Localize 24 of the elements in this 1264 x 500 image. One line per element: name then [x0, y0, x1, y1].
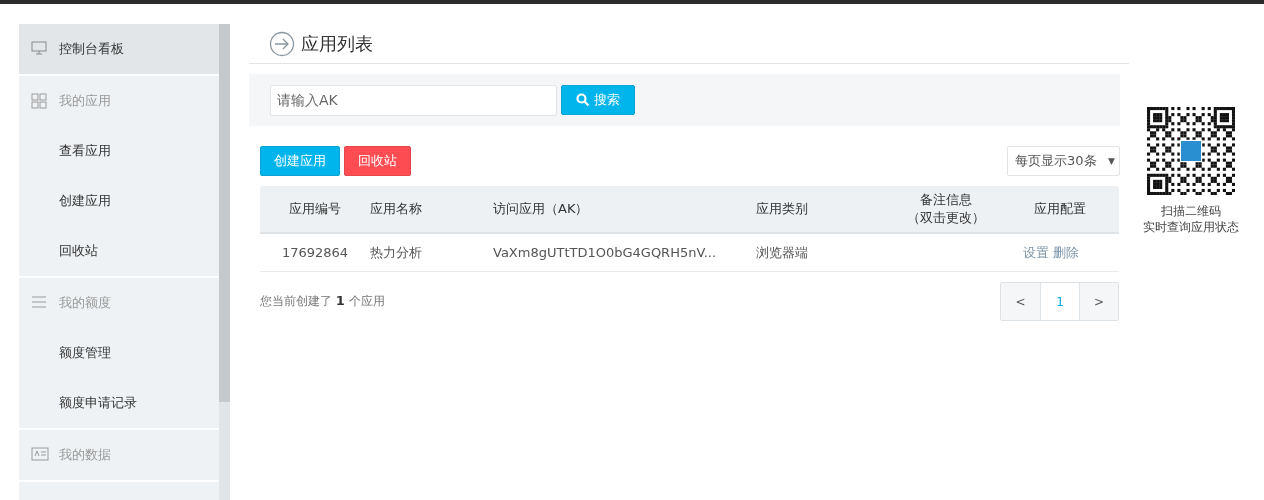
column-header: 备注信息 （双击更改）	[906, 191, 986, 227]
sidebar-item[interactable]: 查看应用	[19, 126, 219, 176]
next-page-button[interactable]: >	[1079, 283, 1118, 320]
page-size-select[interactable]: 每页显示30条 ▼	[1007, 146, 1120, 176]
column-header: 应用名称	[370, 200, 423, 218]
qr-caption: 扫描二维码 实时查询应用状态	[1143, 203, 1239, 235]
prev-page-button[interactable]: <	[1001, 283, 1040, 320]
sidebar-item[interactable]: 创建应用	[19, 176, 219, 226]
search-field[interactable]: 请输入AK	[270, 84, 557, 116]
table-cell-text: 17692864	[280, 243, 350, 262]
column-header: 应用编号	[288, 200, 342, 218]
app-count-text: 您当前创建了 1 个应用	[260, 293, 385, 310]
column-header: 访问应用（AK）	[493, 200, 590, 218]
sidebar-item[interactable]: 回收站	[19, 226, 219, 276]
table-cell-text: 热力分析	[370, 243, 423, 262]
table-cell-text: 浏览器端	[756, 243, 809, 262]
table-cell-text: VaXm8gUTtTD1O0bG4GQRH5nV...	[493, 243, 718, 262]
page-title: 应用列表	[301, 31, 373, 56]
column-header: 应用类别	[756, 200, 809, 218]
caret-icon: ▼	[1108, 156, 1115, 166]
column-header: 应用配置	[1033, 200, 1087, 218]
sidebar-item[interactable]: 额度管理	[19, 328, 219, 378]
sidebar-item[interactable]: 额度申请记录	[19, 378, 219, 428]
sidebar-item[interactable]: 控制台看板	[19, 24, 219, 74]
